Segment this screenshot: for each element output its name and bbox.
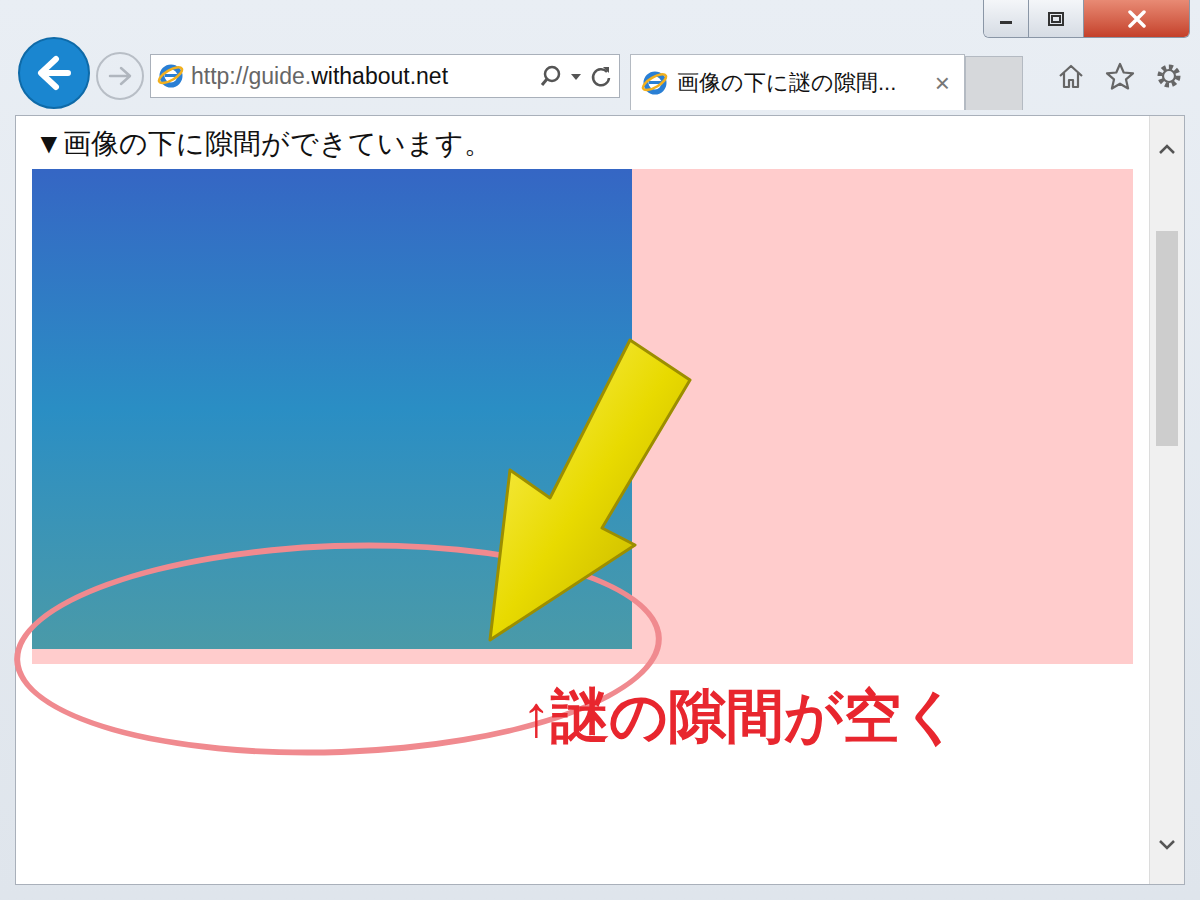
url-domain: withabout.net [311, 63, 448, 89]
close-window-icon[interactable] [1084, 0, 1189, 37]
gear-icon[interactable] [1154, 61, 1184, 91]
favorites-star-icon[interactable] [1104, 61, 1136, 91]
title-bar [0, 0, 1200, 42]
search-icon[interactable] [539, 64, 563, 88]
dropdown-icon[interactable] [569, 64, 583, 88]
maximize-icon[interactable] [1029, 0, 1084, 37]
home-icon[interactable] [1056, 61, 1086, 91]
scroll-thumb[interactable] [1156, 231, 1178, 446]
navigation-bar: http://guide.withabout.net 画像の下に謎の隙間... × [0, 42, 1200, 110]
vertical-scrollbar[interactable] [1149, 116, 1184, 884]
back-arrow-icon[interactable] [18, 37, 90, 109]
annotation-label: ↑謎の隙間が空く [522, 680, 960, 752]
url-text: http://guide.withabout.net [191, 61, 533, 91]
tab-title: 画像の下に謎の隙間... [677, 68, 923, 98]
toolbar-icons [1056, 61, 1188, 91]
pink-container [32, 169, 1133, 664]
browser-chrome: http://guide.withabout.net 画像の下に謎の隙間... × [0, 0, 1200, 115]
address-bar[interactable]: http://guide.withabout.net [150, 54, 620, 98]
scroll-up-icon[interactable] [1157, 142, 1177, 156]
forward-arrow-icon[interactable] [96, 52, 144, 100]
tab-close-button[interactable]: × [931, 68, 954, 98]
ie-logo-icon [157, 62, 185, 90]
scroll-down-icon[interactable] [1157, 838, 1177, 852]
window-controls [983, 0, 1190, 38]
ie-logo-icon [641, 69, 669, 97]
browser-window: http://guide.withabout.net 画像の下に謎の隙間... ×… [0, 0, 1200, 900]
page-heading: ▼画像の下に隙間ができています。 [32, 124, 1149, 164]
new-tab-button[interactable] [965, 56, 1023, 110]
url-prefix: http://guide. [191, 63, 311, 89]
yellow-arrow-icon [480, 330, 700, 650]
refresh-icon[interactable] [589, 64, 613, 88]
browser-tab[interactable]: 画像の下に謎の隙間... × [630, 54, 965, 110]
minimize-icon[interactable] [984, 0, 1029, 37]
tab-strip: 画像の下に謎の隙間... × [630, 52, 1023, 110]
